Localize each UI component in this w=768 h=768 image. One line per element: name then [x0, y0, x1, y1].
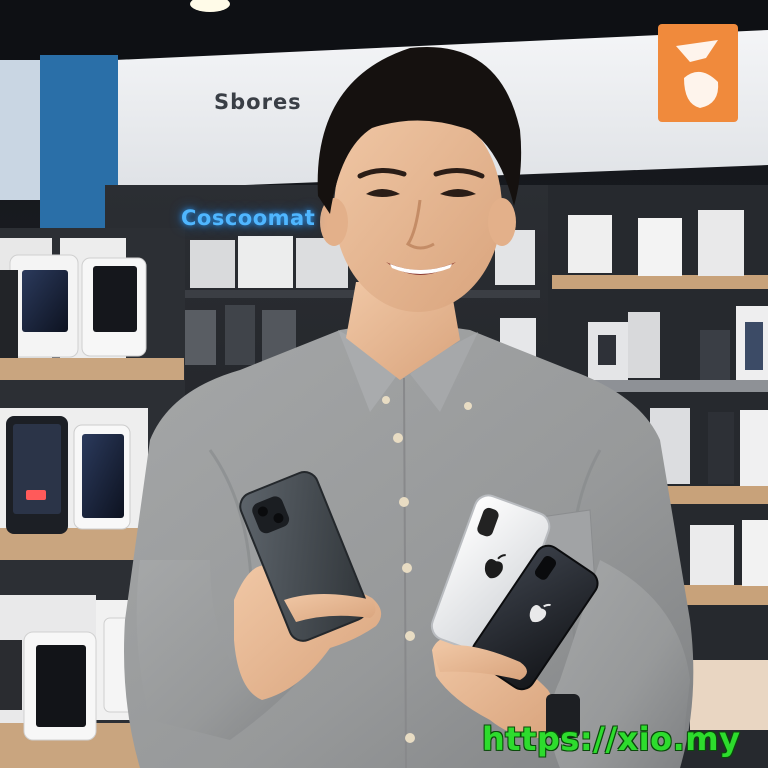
watermark-url: https://xio.my — [482, 720, 741, 758]
display-phone — [6, 416, 68, 534]
display-phone — [81, 257, 147, 357]
photo-scene: Sbores Coscoomat https://xio.my — [0, 0, 768, 768]
display-phone — [73, 424, 131, 530]
shelf-right-1 — [552, 275, 768, 289]
display-phone — [9, 254, 79, 358]
store-logo-icon — [658, 24, 738, 122]
store-sign-text: Sbores — [214, 90, 302, 114]
scene-illustration — [0, 0, 768, 768]
display-phone — [23, 631, 97, 741]
shelf-left-1 — [0, 358, 184, 380]
neon-sign-text: Coscoomat — [181, 206, 316, 230]
